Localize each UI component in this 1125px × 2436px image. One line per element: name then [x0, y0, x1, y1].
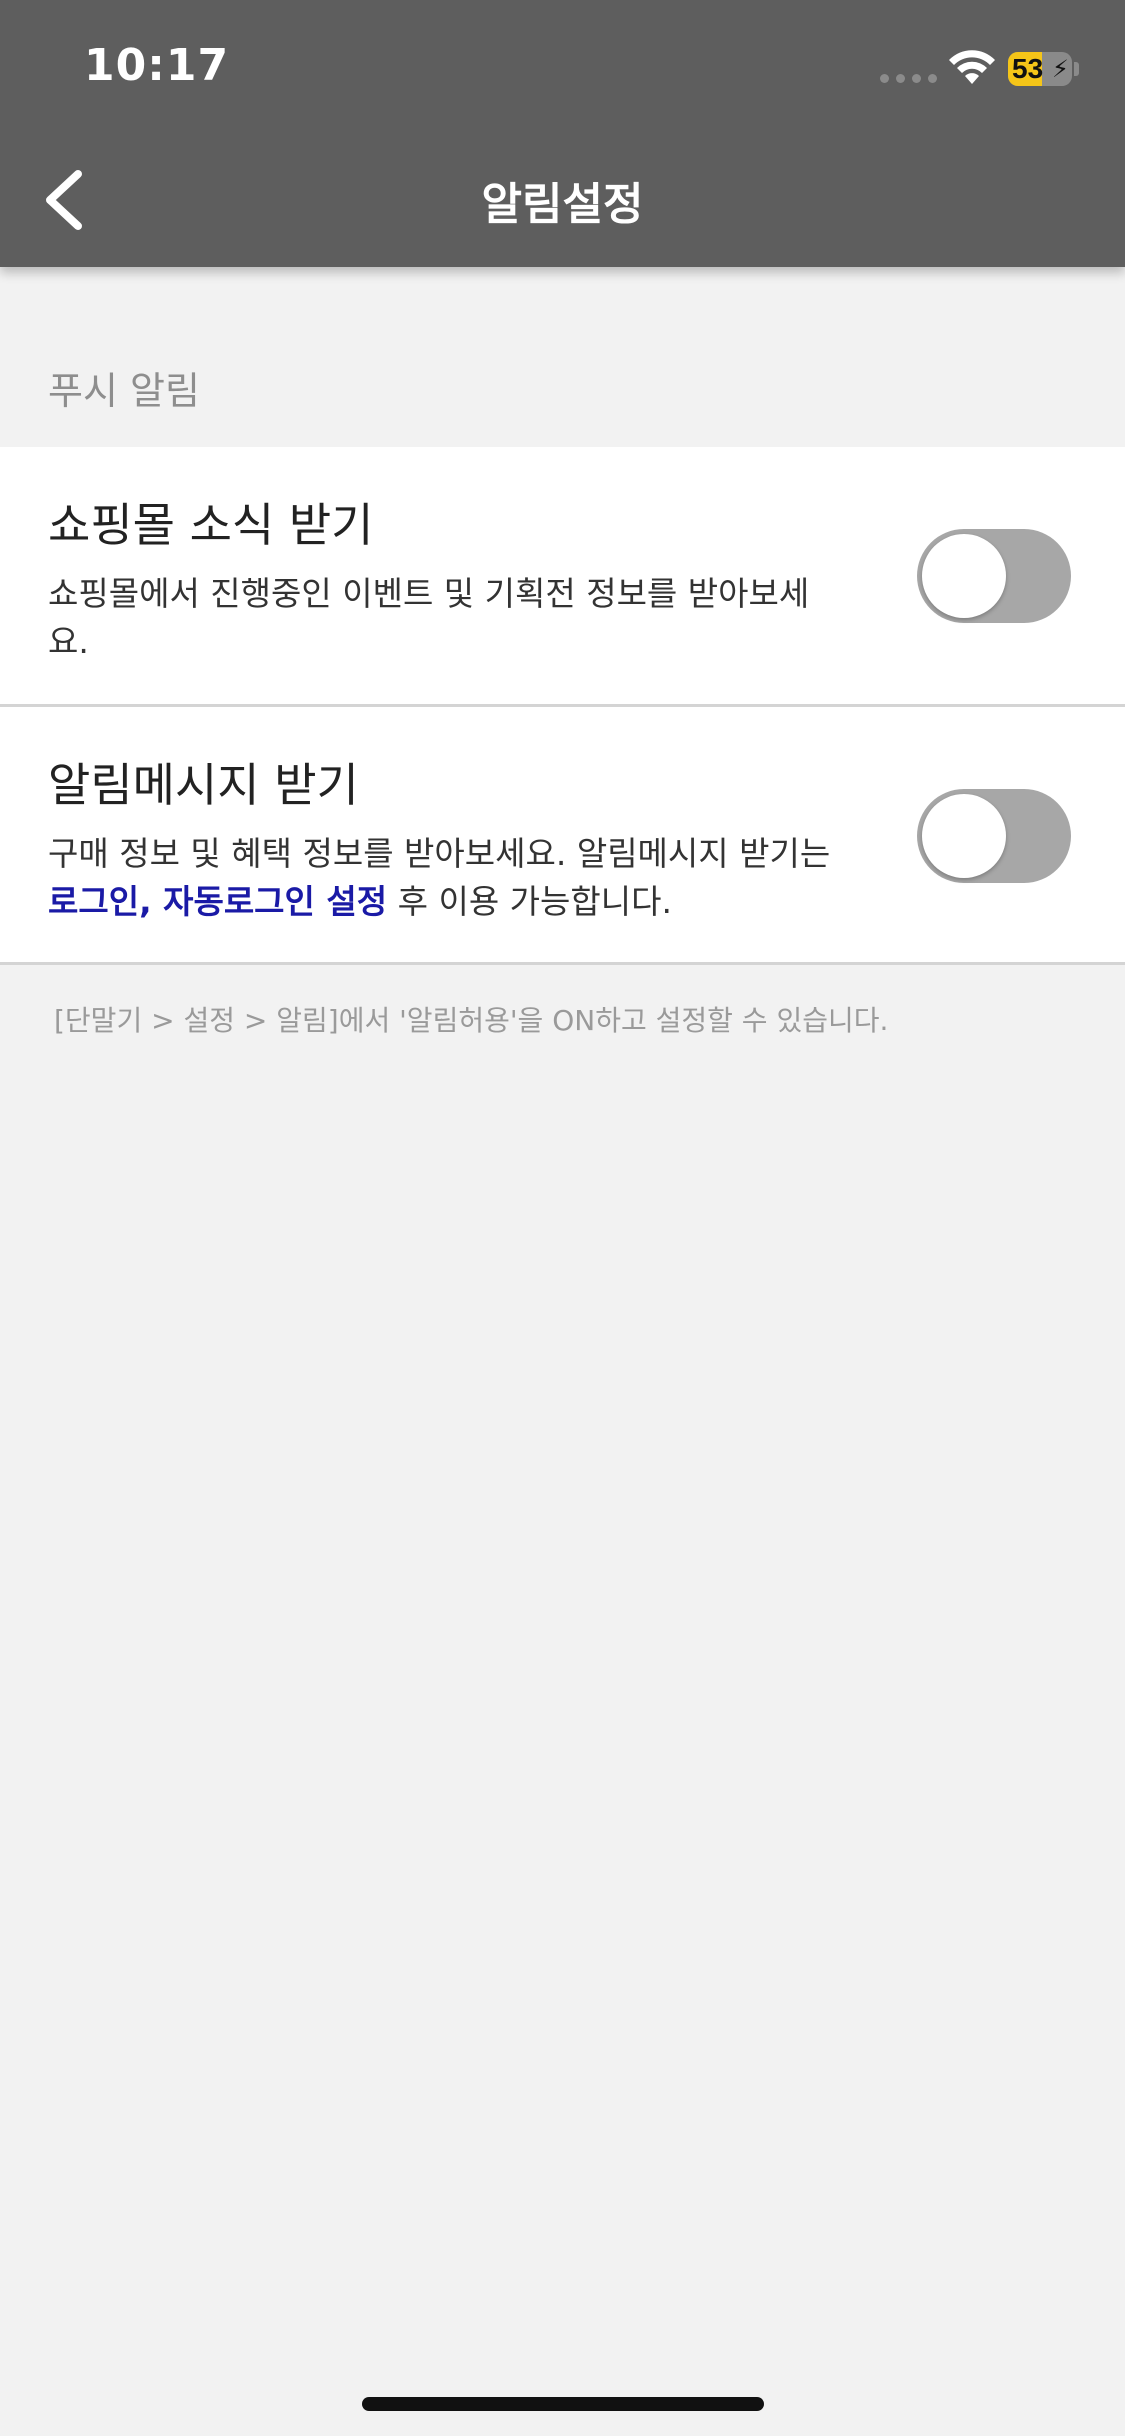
description-suffix: 후 이용 가능합니다.: [387, 882, 672, 921]
wifi-icon: [949, 50, 995, 84]
home-indicator: [362, 2397, 764, 2411]
description-prefix: 구매 정보 및 혜택 정보를 받아보세요. 알림메시지 받기는: [48, 834, 831, 873]
section-header-push: 푸시 알림: [48, 369, 200, 413]
battery-icon: 53 ⚡: [1008, 52, 1072, 86]
settings-list: 쇼핑몰 소식 받기 쇼핑몰에서 진행중인 이벤트 및 기획전 정보를 받아보세요…: [0, 447, 1125, 965]
status-time: 10:17: [84, 40, 230, 91]
alert-message-toggle[interactable]: [917, 789, 1071, 883]
setting-description: 구매 정보 및 혜택 정보를 받아보세요. 알림메시지 받기는 로그인, 자동로…: [48, 830, 848, 926]
toggle-knob: [922, 534, 1006, 618]
setting-row-alert-message: 알림메시지 받기 구매 정보 및 혜택 정보를 받아보세요. 알림메시지 받기는…: [0, 707, 1125, 965]
setting-description: 쇼핑몰에서 진행중인 이벤트 및 기획전 정보를 받아보세요.: [48, 574, 810, 661]
login-settings-link[interactable]: 로그인, 자동로그인 설정: [48, 882, 387, 921]
battery-tip: [1074, 62, 1079, 76]
setting-row-shop-news: 쇼핑몰 소식 받기 쇼핑몰에서 진행중인 이벤트 및 기획전 정보를 받아보세요…: [0, 447, 1125, 707]
page-title: 알림설정: [481, 179, 644, 230]
cellular-signal-icon: [880, 74, 937, 83]
shop-news-toggle[interactable]: [917, 529, 1071, 623]
toggle-knob: [922, 794, 1006, 878]
setting-title: 알림메시지 받기: [48, 758, 359, 812]
setting-title: 쇼핑몰 소식 받기: [48, 498, 374, 552]
charging-bolt-icon: ⚡: [1052, 55, 1069, 83]
footnote: [단말기 > 설정 > 알림]에서 '알림허용'을 ON하고 설정할 수 있습니…: [54, 1004, 889, 1037]
battery-level: 53: [1012, 53, 1044, 84]
top-bar: 10:17 53 ⚡ 알림설정: [0, 0, 1125, 267]
